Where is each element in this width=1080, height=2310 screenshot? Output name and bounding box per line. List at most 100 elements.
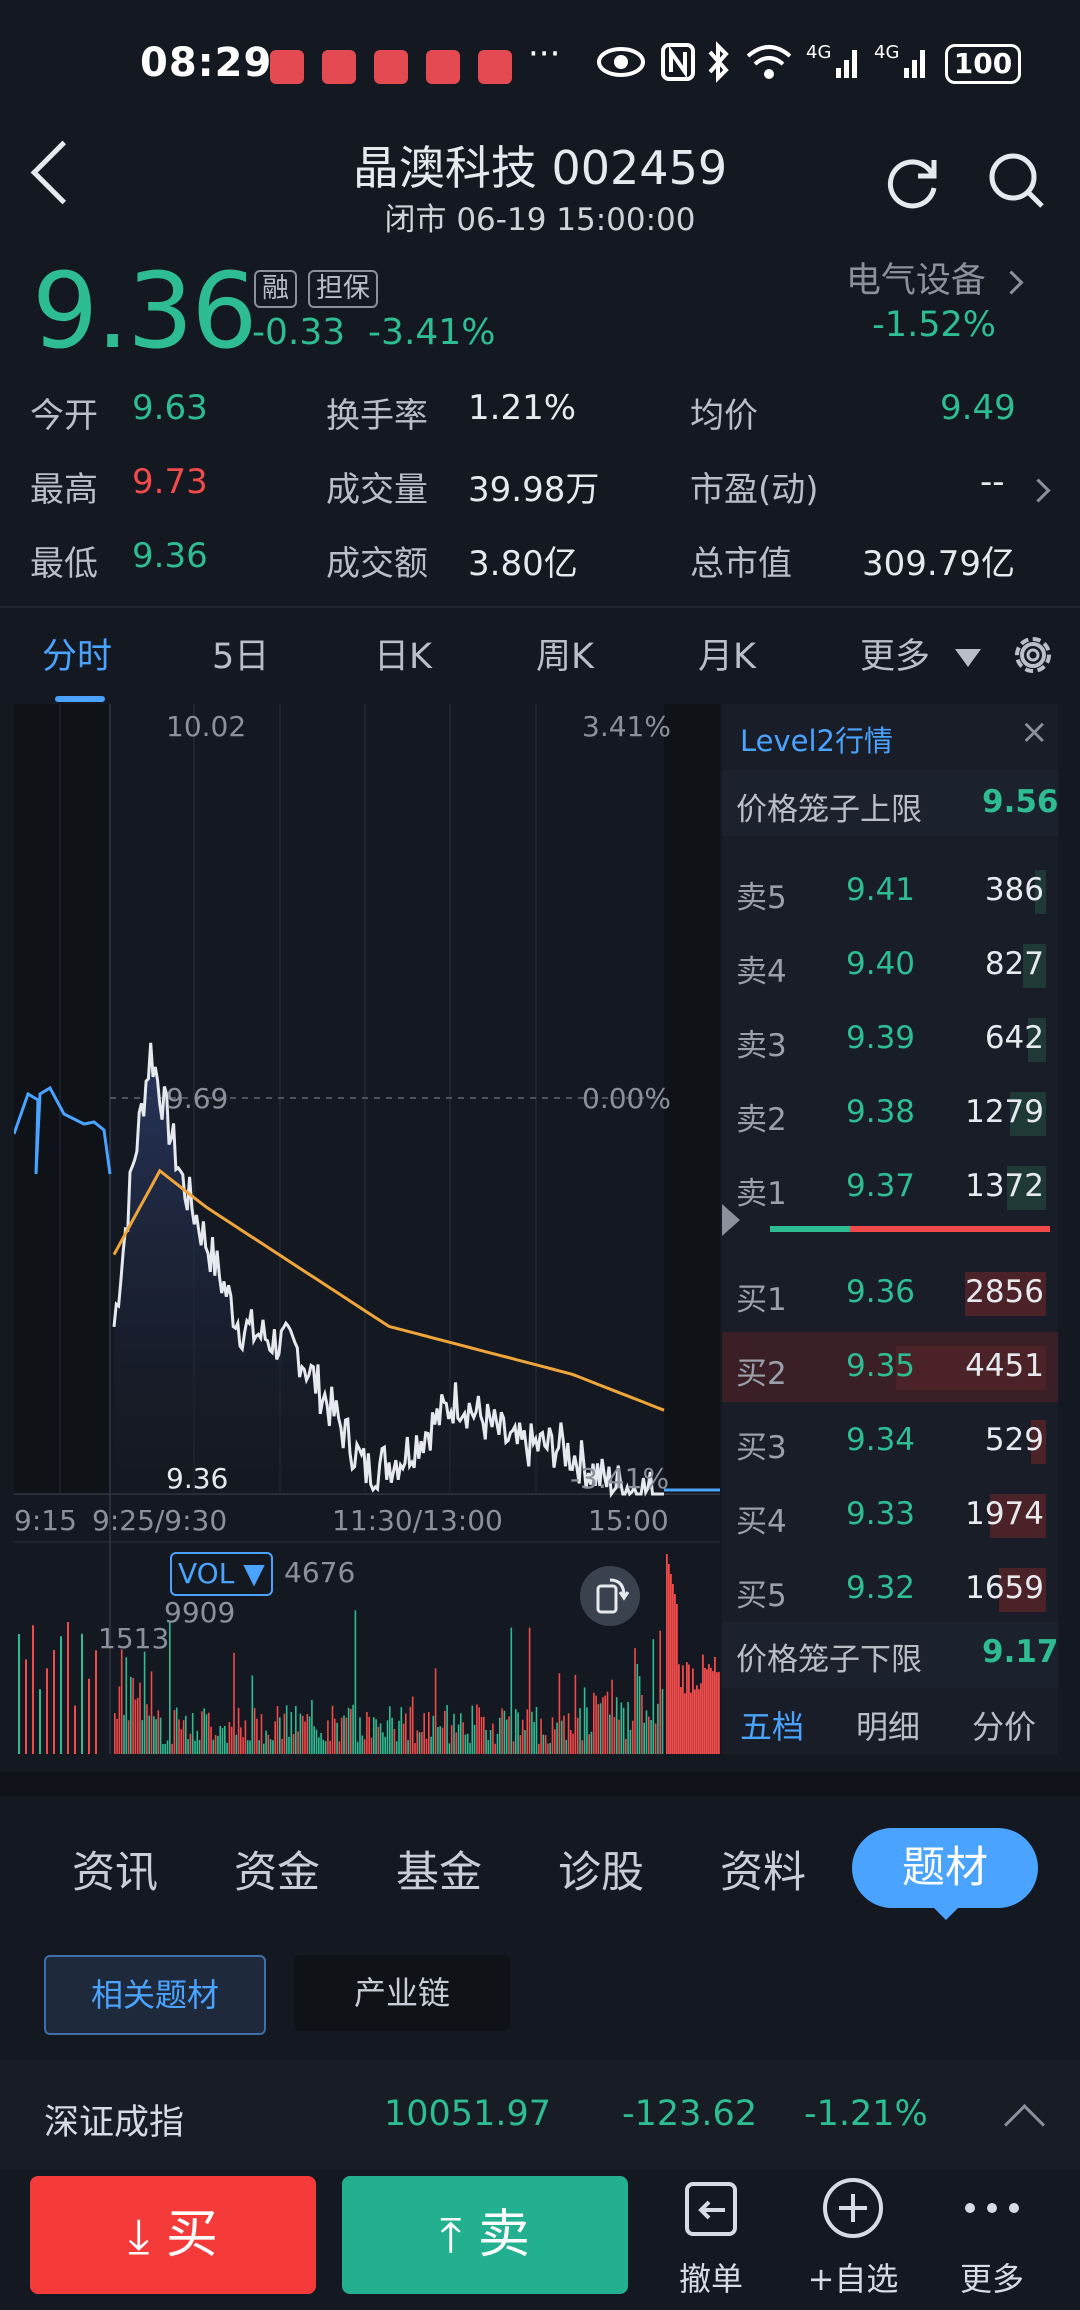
bluetooth-icon [708,41,729,83]
volume-mid: 1513 [98,1622,170,1655]
refresh-icon[interactable] [884,152,944,212]
tab-weekly-k[interactable]: 周K [536,628,594,679]
volume-bar [556,1722,558,1754]
tab-five-levels[interactable]: 五档 [740,1702,804,1748]
level-volume: 1974 [965,1496,1044,1532]
orderbook-row: 卖2 9.38 1279 [722,1078,1058,1148]
turnover-value: 1.21% [468,388,577,428]
expand-triangle-icon[interactable] [722,1204,740,1236]
tab-detail[interactable]: 明细 [856,1702,920,1748]
volume-bar [464,1734,467,1754]
volume-bar [288,1737,290,1754]
volume-bar [650,1720,652,1754]
volume-bar [343,1715,345,1754]
chevron-right-icon[interactable] [1026,478,1051,503]
tab-more-label: 更多 [860,637,931,677]
sell-button[interactable]: ⤒ 卖 [342,2176,628,2294]
tab-daily-k[interactable]: 日K [374,628,432,679]
level-price: 9.41 [846,872,916,908]
tab-diagnosis[interactable]: 诊股 [558,1838,644,1900]
tab-news[interactable]: 资讯 [72,1838,158,1900]
tab-more[interactable]: 更多 [860,628,982,679]
level-label: 卖3 [736,1028,787,1064]
volume-bar [265,1730,267,1754]
volume-bar [224,1726,226,1754]
volume-bar [648,1716,650,1754]
section-divider [0,1772,1080,1796]
volume-bar [228,1722,231,1754]
y-axis-mid-pct: 0.00% [582,1082,671,1115]
volume-bar [285,1705,288,1754]
volume-bar [487,1740,490,1754]
y-axis-top-price: 10.02 [166,710,247,743]
volume-bar [674,1594,676,1754]
volume-bar [279,1717,281,1754]
collateral-badge: 担保 [308,270,378,308]
index-change: -123.62 [622,2094,758,2134]
volume-bar [579,1708,581,1754]
close-icon[interactable]: × [1020,712,1049,752]
tab-intraday[interactable]: 分时 [42,628,112,679]
level-label: 卖5 [736,880,787,916]
chip-industry-chain[interactable]: 产业链 [294,1955,510,2031]
tab-monthly-k[interactable]: 月K [698,628,756,679]
volume-bar [32,1625,34,1754]
volume-bar [171,1743,173,1754]
volume-bar [203,1708,205,1754]
volume-bar [340,1717,343,1754]
volume-bar [276,1706,279,1754]
volume-bar [661,1689,664,1754]
volume-bar [187,1739,189,1754]
cancel-order-button[interactable]: 撤单 [651,2176,771,2298]
tab-theme[interactable]: 题材 [852,1828,1038,1908]
search-icon[interactable] [986,150,1046,210]
tab-price-distribution[interactable]: 分价 [972,1702,1036,1748]
level-price: 9.38 [846,1094,916,1130]
index-bar[interactable]: 深证成指 10051.97 -123.62 -1.21% [0,2060,1080,2170]
tab-funds[interactable]: 资金 [234,1838,320,1900]
volume-bar [643,1722,645,1754]
chevron-up-icon[interactable] [1003,2103,1046,2146]
volume-bar [180,1729,183,1754]
sector-name: 电气设备 [845,261,986,301]
indicator-selector[interactable]: VOL ▼ [170,1552,273,1596]
volume-bar [696,1685,698,1754]
volume-bar [425,1738,428,1754]
volume-bar [327,1720,329,1754]
volume-bar [350,1709,352,1754]
rotate-screen-button[interactable] [580,1566,640,1626]
more-button[interactable]: 更多 [932,2176,1052,2298]
volume-bar [198,1739,201,1754]
tab-fund[interactable]: 基金 [396,1838,482,1900]
tab-5day[interactable]: 5日 [212,628,269,679]
intraday-chart[interactable]: 10.02 3.41% 9.69 0.00% 9.36 -3.41% 9:15 … [12,704,722,1754]
volume-bar [304,1721,306,1754]
volume-bar [478,1707,480,1754]
volume-bar [164,1743,166,1754]
margin-badge: 融 [254,270,297,308]
volume-bar [53,1650,55,1754]
orderbook-row: 买5 9.32 1659 [722,1554,1058,1624]
volume-bar [684,1693,686,1754]
buy-button[interactable]: ⤓ 买 [30,2176,316,2294]
chip-related-themes[interactable]: 相关题材 [44,1955,266,2035]
volume-bar [398,1720,400,1754]
volume-bar [120,1649,123,1754]
tab-profile[interactable]: 资料 [720,1838,806,1900]
settings-gear-icon[interactable] [1008,630,1058,680]
volume-bar [258,1740,260,1754]
volume-bar [499,1717,501,1754]
add-watchlist-button[interactable]: +自选 [793,2176,913,2298]
volume-bar [155,1719,157,1754]
pe-value: -- [980,462,1005,502]
volume-bar [441,1727,444,1754]
volume-bar [393,1729,396,1754]
volume-bar [217,1735,219,1754]
volume-bar [588,1734,590,1754]
volume-bar [338,1741,341,1754]
sector-link[interactable]: 电气设备 [845,252,1024,303]
volume-bar [593,1692,595,1754]
volume-bar [676,1604,678,1754]
volume-bar [114,1713,116,1754]
volume-bar [682,1665,684,1754]
